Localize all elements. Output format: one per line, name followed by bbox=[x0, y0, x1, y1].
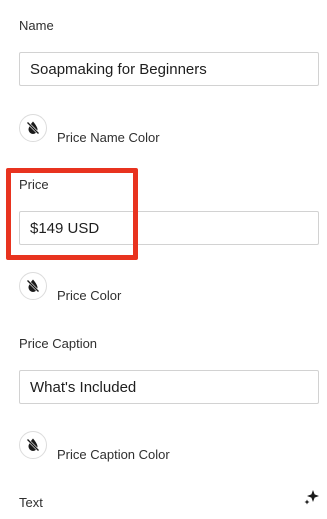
price-name-color-row: Price Name Color bbox=[19, 114, 160, 145]
no-color-drop-icon bbox=[26, 438, 40, 452]
price-caption-color-picker[interactable] bbox=[19, 431, 47, 459]
sparkle-icon[interactable] bbox=[303, 488, 321, 506]
price-caption-input[interactable] bbox=[19, 370, 319, 404]
price-name-color-picker[interactable] bbox=[19, 114, 47, 142]
price-caption-color-label: Price Caption Color bbox=[57, 447, 170, 462]
price-caption-color-row: Price Caption Color bbox=[19, 431, 170, 462]
no-color-drop-icon bbox=[26, 279, 40, 293]
no-color-drop-icon bbox=[26, 121, 40, 135]
price-name-color-label: Price Name Color bbox=[57, 130, 160, 145]
highlight-box bbox=[6, 168, 138, 260]
text-label: Text bbox=[19, 495, 43, 510]
name-label: Name bbox=[19, 18, 54, 33]
price-color-label: Price Color bbox=[57, 288, 122, 303]
price-color-row: Price Color bbox=[19, 272, 121, 303]
price-caption-label: Price Caption bbox=[19, 336, 98, 351]
settings-panel: Name Price Name Color Price Price Color … bbox=[0, 0, 327, 519]
name-input[interactable] bbox=[19, 52, 319, 86]
price-color-picker[interactable] bbox=[19, 272, 47, 300]
